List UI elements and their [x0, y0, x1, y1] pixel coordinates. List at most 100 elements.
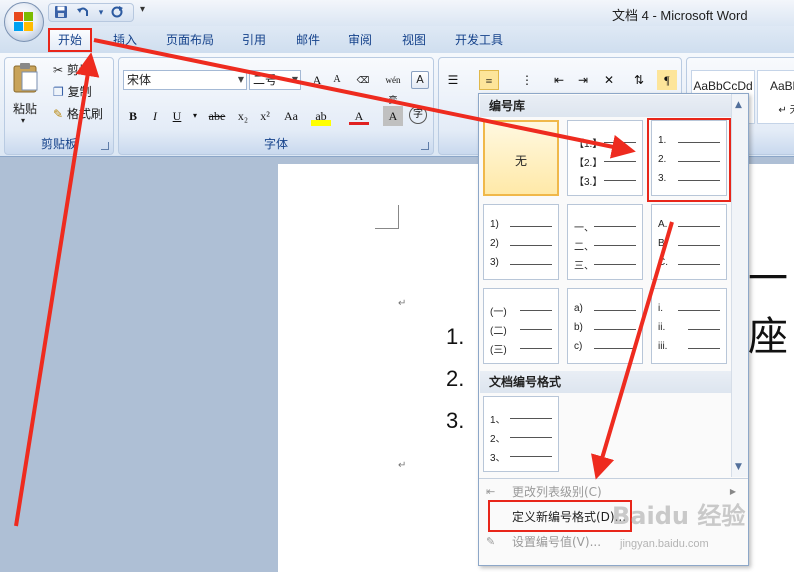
tab-view[interactable]: 视图	[394, 31, 434, 52]
tab-review[interactable]: 审阅	[340, 31, 380, 52]
tab-references[interactable]: 引用	[234, 31, 274, 52]
baidu-watermark-logo: Baidu 经验	[612, 502, 746, 530]
list-item-number: 2.	[446, 366, 465, 391]
format-line-label: 2、	[490, 434, 506, 445]
underline-button[interactable]: U	[167, 106, 187, 126]
number-format-option[interactable]: 【1.】 【2.】 【3.】	[567, 120, 643, 196]
bold-button[interactable]: B	[123, 106, 143, 126]
clear-format-button[interactable]: ⌫	[353, 70, 373, 90]
list-item-number: 1.	[446, 324, 465, 349]
document-number-format-option[interactable]: 1、 2、 3、	[483, 396, 559, 472]
tab-developer[interactable]: 开发工具	[447, 31, 511, 52]
scroll-down-icon[interactable]: ▼	[735, 462, 742, 472]
number-format-option[interactable]: i. ii. iii.	[651, 288, 727, 364]
number-format-option[interactable]: 1) 2) 3)	[483, 204, 559, 280]
format-line-label: i.	[658, 303, 663, 314]
tab-home[interactable]: 开始	[48, 28, 92, 52]
format-line: 1、	[490, 411, 554, 426]
undo-icon[interactable]	[75, 5, 91, 21]
number-format-option[interactable]: (一) (二) (三)	[483, 288, 559, 364]
grow-font-button[interactable]: A	[307, 70, 327, 90]
format-line-bar	[678, 264, 720, 265]
format-line-bar	[510, 456, 552, 457]
clipboard-launcher-icon[interactable]	[101, 142, 109, 150]
char-border-button[interactable]: A	[411, 71, 429, 89]
format-line-bar	[604, 180, 636, 181]
customize-toolbar-icon[interactable]: ▾	[140, 4, 145, 15]
format-line-bar	[678, 226, 720, 227]
redo-icon[interactable]	[109, 5, 125, 21]
format-line-label: 【1.】	[574, 139, 603, 150]
format-line-bar	[510, 437, 552, 438]
window-title: 文档 4 - Microsoft Word	[612, 8, 748, 23]
paste-button[interactable]: 粘贴 ▾	[11, 62, 45, 125]
bullets-button[interactable]: ☰	[443, 70, 463, 90]
format-line: 3、	[490, 449, 554, 464]
format-line: C.	[658, 257, 722, 269]
office-logo-icon	[14, 12, 34, 32]
increase-indent-button[interactable]: ⇥	[573, 70, 593, 90]
format-line: B.	[658, 238, 722, 250]
multilevel-list-button[interactable]: ⋮	[517, 70, 537, 90]
number-format-option[interactable]: 一、 二、 三、	[567, 204, 643, 280]
font-launcher-icon[interactable]	[421, 142, 429, 150]
phonetic-guide-button[interactable]: wén 变	[381, 70, 405, 105]
highlight-button[interactable]: ab	[311, 106, 331, 126]
format-line-label: 1、	[490, 415, 506, 426]
format-line-label: ii.	[658, 322, 666, 333]
italic-button[interactable]: I	[145, 106, 165, 126]
underline-dropdown-icon[interactable]: ▾	[185, 106, 205, 126]
format-line-bar	[510, 245, 552, 246]
scroll-up-icon[interactable]: ▲	[735, 100, 742, 110]
format-line: A.	[658, 219, 722, 231]
numbering-value-icon: ✎	[486, 535, 496, 548]
increase-indent-icon: ⇥	[577, 73, 589, 87]
font-name-select[interactable]: 宋体 ▼	[123, 70, 247, 90]
undo-dropdown-icon[interactable]: ▾	[93, 5, 109, 21]
paragraph-mark-icon: ¶	[664, 73, 670, 87]
format-line-label: 一、	[574, 223, 594, 234]
chinese-layout-button[interactable]: ✕	[599, 70, 619, 90]
tab-page-layout[interactable]: 页面布局	[158, 31, 222, 52]
format-line: 【2.】	[574, 154, 638, 169]
cut-button[interactable]: ✂ 剪切	[53, 60, 91, 80]
format-line-label: 【2.】	[574, 158, 603, 169]
format-line-label: 三、	[574, 261, 594, 272]
office-button[interactable]	[4, 2, 44, 42]
sort-button[interactable]: ⇅	[629, 70, 649, 90]
copy-button[interactable]: ❐ 复制	[53, 82, 92, 102]
copy-label: 复制	[67, 85, 92, 99]
format-line-bar	[688, 348, 720, 349]
format-line: 【1.】	[574, 135, 638, 150]
multilevel-list-icon: ⋮	[521, 73, 533, 87]
strikethrough-button[interactable]: abe	[203, 106, 231, 126]
decrease-indent-button[interactable]: ⇤	[549, 70, 569, 90]
subscript-button[interactable]: x₂	[233, 106, 253, 126]
tab-insert[interactable]: 插入	[105, 31, 145, 52]
format-line-bar	[510, 264, 552, 265]
save-icon[interactable]	[53, 5, 69, 21]
change-case-button[interactable]: Aa	[279, 106, 303, 126]
font-size-select[interactable]: 二号 ▼	[249, 70, 301, 90]
number-format-option[interactable]: a) b) c)	[567, 288, 643, 364]
superscript-button[interactable]: x²	[255, 106, 275, 126]
chevron-down-icon: ▼	[237, 75, 244, 84]
shrink-font-button[interactable]: A	[327, 70, 347, 90]
page-corner-mark	[375, 205, 399, 229]
enclose-char-button[interactable]: 字	[409, 106, 427, 124]
number-format-option[interactable]: A. B. C.	[651, 204, 727, 280]
show-marks-button[interactable]: ¶	[657, 70, 677, 90]
font-color-button[interactable]: A	[349, 106, 369, 125]
numbering-button[interactable]: ≡	[479, 70, 499, 90]
number-format-option[interactable]: 无	[483, 120, 559, 196]
list-level-icon: ⇤	[486, 485, 496, 498]
gallery-scrollbar[interactable]: ▲ ▼	[731, 94, 748, 477]
none-format-label: 无	[515, 154, 528, 168]
paragraph-mark: ↵	[398, 298, 407, 309]
tab-mailings[interactable]: 邮件	[288, 31, 328, 52]
format-line-bar	[594, 264, 636, 265]
style-no-spacing[interactable]: AaBbC ↵ 无	[757, 70, 794, 124]
char-shading-button[interactable]: A	[383, 106, 403, 126]
font-group: 宋体 ▼ 二号 ▼ A A ⌫ wén 变 A B I U ▾ abe x₂ x…	[118, 57, 434, 155]
format-painter-button[interactable]: ✎ 格式刷	[53, 104, 103, 124]
